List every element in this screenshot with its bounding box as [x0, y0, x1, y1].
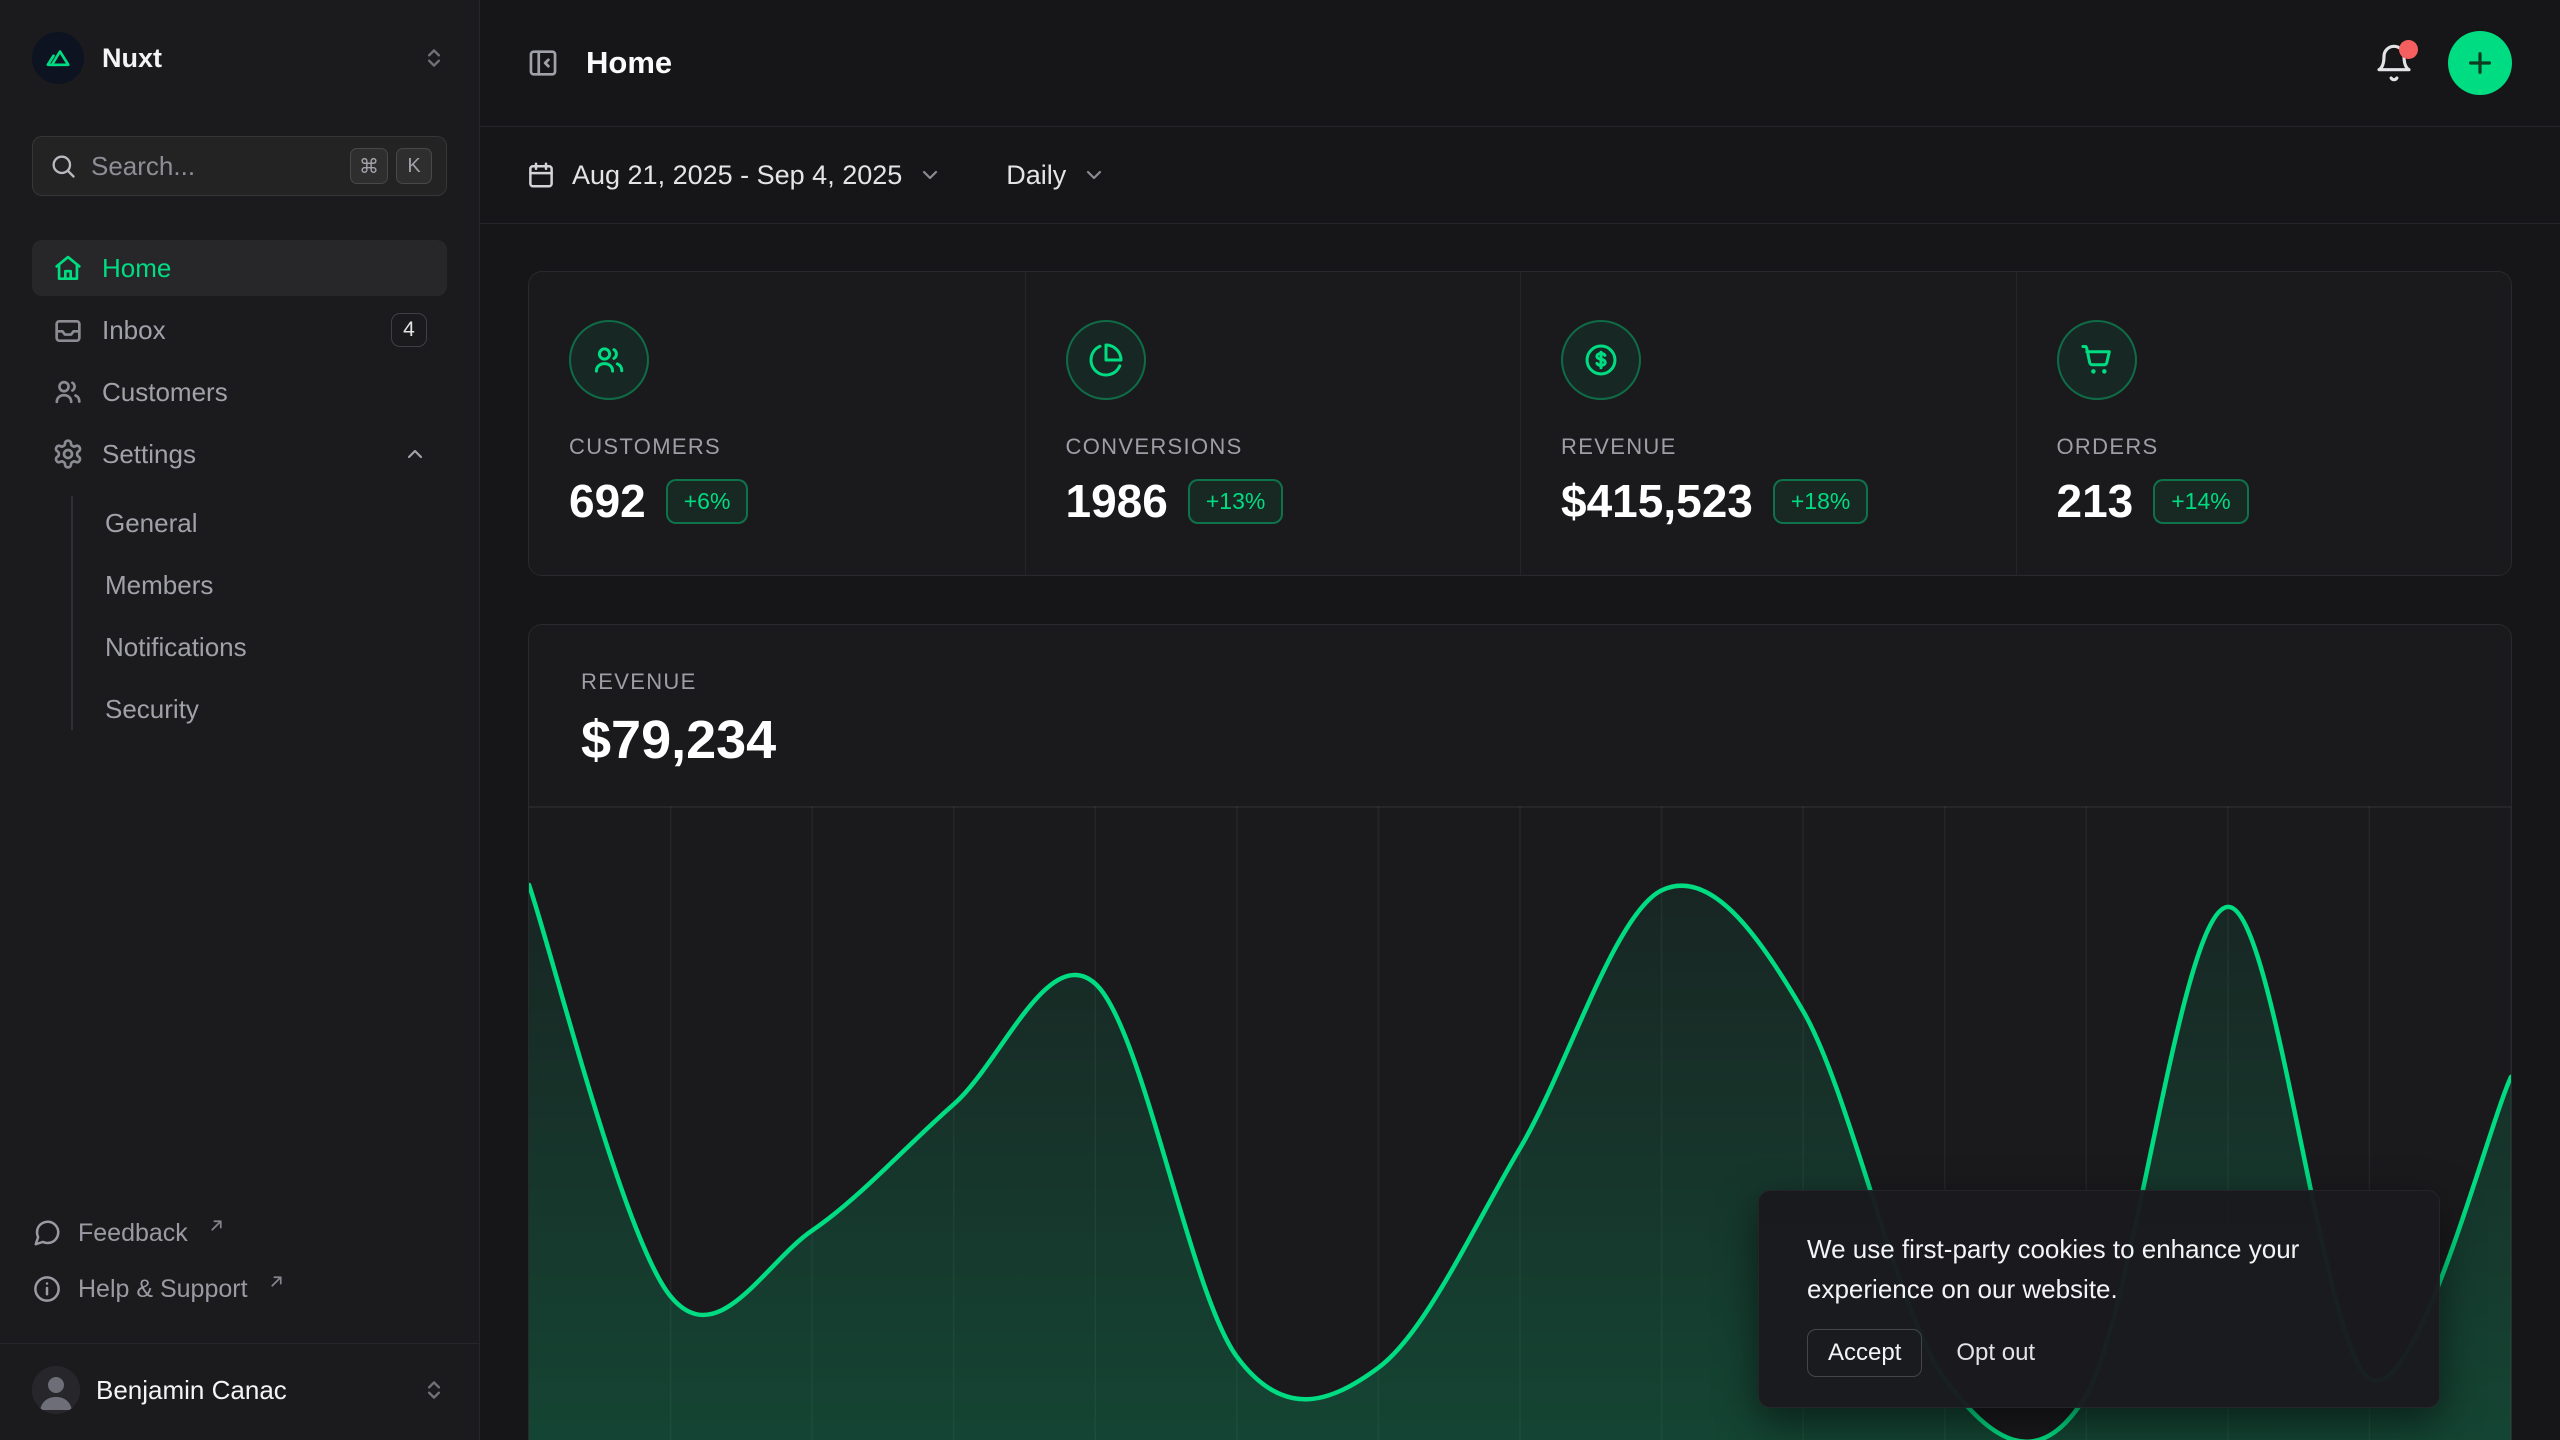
stat-label: ORDERS — [2057, 434, 2472, 460]
sidebar-item-notifications[interactable]: Notifications — [105, 616, 447, 678]
page-title: Home — [586, 45, 672, 81]
sidebar-item-members[interactable]: Members — [105, 554, 447, 616]
sidebar-item-customers[interactable]: Customers — [32, 364, 447, 420]
sidebar-item-home[interactable]: Home — [32, 240, 447, 296]
help-support-label: Help & Support — [78, 1275, 248, 1304]
kbd-k: K — [396, 148, 432, 184]
feedback-label: Feedback — [78, 1219, 188, 1248]
stat-delta-badge: +14% — [2153, 479, 2248, 524]
sidebar-item-security[interactable]: Security — [105, 678, 447, 740]
sidebar-item-label: Inbox — [102, 315, 166, 346]
search-icon — [49, 152, 77, 180]
sidebar-item-settings[interactable]: Settings — [32, 426, 447, 482]
period-select[interactable]: Daily — [1006, 160, 1106, 191]
date-range-value: Aug 21, 2025 - Sep 4, 2025 — [572, 160, 902, 191]
inbox-icon — [52, 314, 84, 346]
sidebar-item-inbox[interactable]: Inbox 4 — [32, 302, 447, 358]
sidebar-item-label: Customers — [102, 377, 228, 408]
external-link-icon — [208, 1217, 225, 1234]
opt-out-button[interactable]: Opt out — [1956, 1339, 2035, 1367]
info-circle-icon — [32, 1274, 62, 1304]
inbox-count-badge: 4 — [391, 313, 427, 347]
search-input[interactable]: Search... ⌘ K — [32, 136, 447, 196]
stat-delta-badge: +13% — [1188, 479, 1283, 524]
stat-value: $415,523 — [1561, 474, 1753, 528]
stat-value: 213 — [2057, 474, 2134, 528]
stat-label: CUSTOMERS — [569, 434, 985, 460]
stat-orders[interactable]: ORDERS 213 +14% — [2016, 272, 2512, 575]
home-icon — [52, 252, 84, 284]
accept-cookies-button[interactable]: Accept — [1807, 1329, 1922, 1377]
dollar-circle-icon — [1561, 320, 1641, 400]
user-name: Benjamin Canac — [96, 1375, 287, 1406]
add-button[interactable] — [2448, 31, 2512, 95]
stat-conversions[interactable]: CONVERSIONS 1986 +13% — [1025, 272, 1521, 575]
revenue-chart-label: REVENUE — [581, 669, 2459, 695]
stat-value: 1986 — [1066, 474, 1168, 528]
filter-toolbar: Aug 21, 2025 - Sep 4, 2025 Daily — [480, 127, 2560, 224]
workspace-switcher[interactable]: Nuxt — [0, 30, 479, 86]
sidebar-item-general[interactable]: General — [105, 492, 447, 554]
stat-label: CONVERSIONS — [1066, 434, 1481, 460]
chevron-up-icon — [403, 442, 427, 466]
chevron-down-icon — [1082, 163, 1106, 187]
stat-delta-badge: +18% — [1773, 479, 1868, 524]
notification-dot — [2399, 40, 2418, 59]
stat-value: 692 — [569, 474, 646, 528]
users-icon — [52, 376, 84, 408]
chat-bubble-icon — [32, 1218, 62, 1248]
top-header: Home — [480, 0, 2560, 127]
date-range-picker[interactable]: Aug 21, 2025 - Sep 4, 2025 — [526, 160, 942, 191]
stat-delta-badge: +6% — [666, 479, 749, 524]
revenue-chart-total: $79,234 — [581, 709, 2459, 771]
users-stat-icon — [569, 320, 649, 400]
gear-icon — [52, 438, 84, 470]
stat-customers[interactable]: CUSTOMERS 692 +6% — [529, 272, 1025, 575]
cookie-banner: We use first-party cookies to enhance yo… — [1758, 1190, 2440, 1408]
cookie-message: We use first-party cookies to enhance yo… — [1807, 1229, 2379, 1309]
avatar — [32, 1366, 80, 1414]
collapse-sidebar-button[interactable] — [526, 46, 560, 80]
chevron-down-icon — [918, 163, 942, 187]
stat-revenue[interactable]: REVENUE $415,523 +18% — [1520, 272, 2016, 575]
sidebar-spacer — [0, 740, 479, 1205]
cookie-actions: Accept Opt out — [1807, 1329, 2391, 1377]
sidebar-nav: Home Inbox 4 Customers — [32, 240, 447, 740]
search-placeholder: Search... — [91, 151, 336, 182]
notifications-button[interactable] — [2374, 43, 2414, 83]
revenue-chart-header: REVENUE $79,234 — [529, 625, 2511, 771]
settings-subtree: General Members Notifications Security — [32, 492, 447, 740]
calendar-icon — [526, 160, 556, 190]
sidebar-footer-links: Feedback Help & Support — [0, 1205, 479, 1317]
stat-label: REVENUE — [1561, 434, 1976, 460]
feedback-link[interactable]: Feedback — [32, 1205, 447, 1261]
pie-chart-icon — [1066, 320, 1146, 400]
sidebar: Nuxt Search... ⌘ K — [0, 0, 480, 1440]
search-shortcut: ⌘ K — [350, 148, 432, 184]
workspace-name: Nuxt — [102, 43, 162, 74]
kbd-meta: ⌘ — [350, 148, 388, 184]
period-value: Daily — [1006, 160, 1066, 191]
sidebar-item-label: Home — [102, 253, 171, 284]
help-support-link[interactable]: Help & Support — [32, 1261, 447, 1317]
chevrons-up-down-icon — [421, 1377, 447, 1403]
header-actions — [2374, 31, 2512, 95]
chevrons-up-down-icon — [421, 45, 447, 71]
nuxt-logo-icon — [32, 32, 84, 84]
stats-row: CUSTOMERS 692 +6% CONVERSIONS 1986 +13% — [528, 271, 2512, 576]
sidebar-item-label: Settings — [102, 439, 196, 470]
external-link-icon — [268, 1273, 285, 1290]
user-menu[interactable]: Benjamin Canac — [0, 1343, 479, 1440]
shopping-cart-icon — [2057, 320, 2137, 400]
